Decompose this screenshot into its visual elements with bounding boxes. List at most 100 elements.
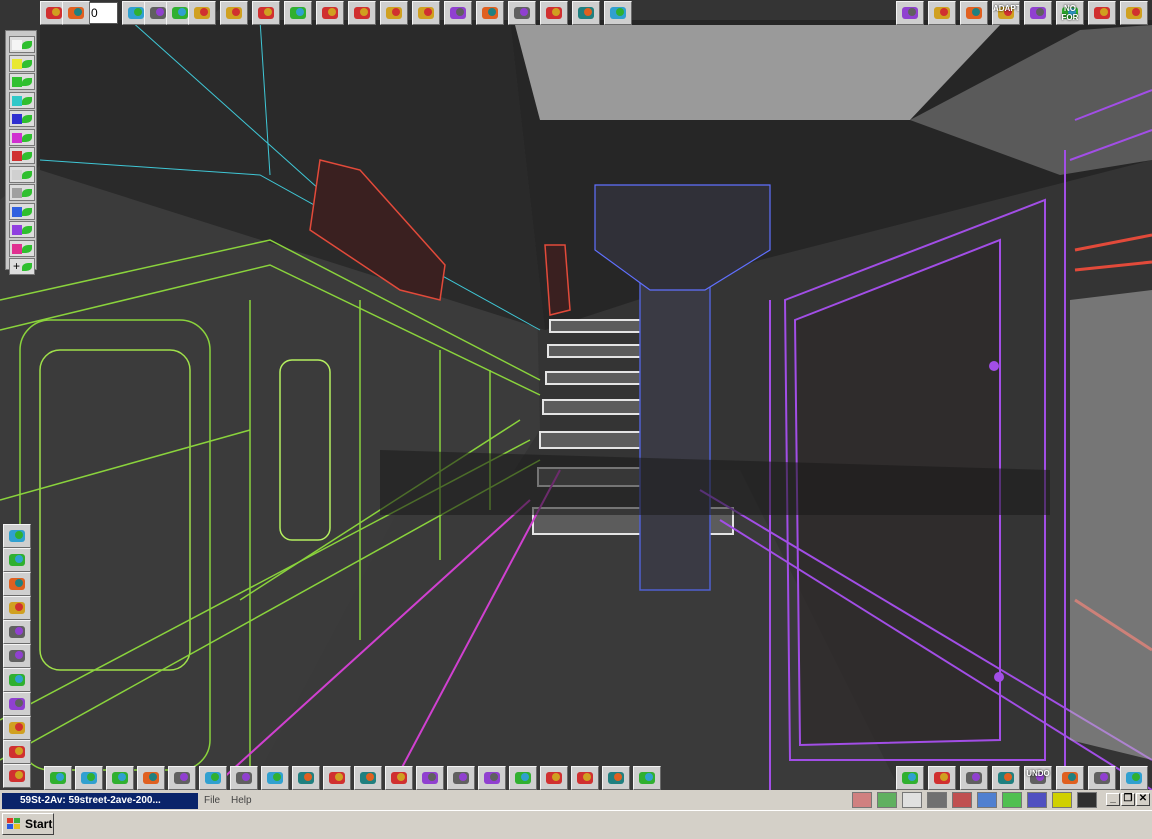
object-color-swatch[interactable] [9,147,35,164]
color-chip [12,40,22,50]
shapes-icon [9,578,25,590]
arrow-up-button[interactable] [572,1,600,25]
loop-button[interactable] [220,1,248,25]
landscape-button[interactable] [3,692,31,716]
bend-tool-button[interactable] [476,1,504,25]
texture-button[interactable] [284,1,312,25]
character-button[interactable] [602,766,630,790]
spiral-button[interactable] [416,766,444,790]
frame-number-field[interactable]: 0 [88,2,118,24]
camera-small-icon[interactable] [927,792,947,808]
diamond-button[interactable] [1056,766,1084,790]
minimize-button[interactable]: _ [1106,793,1120,806]
start-label: Start [25,817,53,831]
eye-view-button[interactable] [1024,1,1052,25]
object-color-swatch[interactable] [9,128,35,146]
light-bulb-button[interactable] [1120,1,1148,25]
camera-button[interactable] [106,766,134,790]
page-button[interactable] [992,766,1020,790]
shapes-button[interactable] [3,572,31,596]
globe-button[interactable] [3,668,31,692]
object-color-swatch[interactable] [9,184,35,201]
object-color-swatch[interactable] [9,36,35,53]
taper-tool-button[interactable] [540,1,568,25]
ball-button[interactable] [478,766,506,790]
grid-small-icon[interactable] [1052,792,1072,808]
gradient-button[interactable] [3,620,31,644]
document-title-tab[interactable]: 59St-2Av: 59street-2ave-200... [2,793,198,809]
object-color-swatch[interactable] [9,54,35,72]
rewind-to-start-button[interactable] [62,1,90,25]
axes-button[interactable] [509,766,537,790]
object-color-swatch[interactable] [9,239,35,257]
car-button[interactable] [3,644,31,668]
color-spectrum-button[interactable] [1088,1,1116,25]
wrench-button[interactable] [316,1,344,25]
object-color-swatch[interactable] [9,165,35,183]
x-small-icon[interactable] [1077,792,1097,808]
hammer-button[interactable] [3,716,31,740]
move-tool-button[interactable] [380,1,408,25]
lathe-button[interactable] [230,766,258,790]
palette-icon [391,772,407,784]
render-small-icon[interactable] [852,792,872,808]
house-button[interactable] [960,1,988,25]
close-button[interactable]: ✕ [1136,793,1150,806]
green-small-icon[interactable] [1002,792,1022,808]
materials-button[interactable] [928,1,956,25]
menu-help[interactable]: Help [231,795,252,806]
start-button[interactable]: Start [2,813,54,835]
recycle-button[interactable] [3,764,31,788]
arrow-up-icon [578,7,594,19]
scale-tool-button[interactable] [444,1,472,25]
object-color-swatch[interactable] [9,221,35,238]
key-small-icon[interactable] [1027,792,1047,808]
cube-button[interactable] [540,766,568,790]
3d-viewport[interactable] [0,0,1152,790]
light-button[interactable] [3,524,31,548]
twist-tool-icon [514,7,530,19]
adapt-button[interactable]: ADAPT [992,1,1020,25]
house-tool-button[interactable] [3,740,31,764]
document-button[interactable] [348,1,376,25]
no-for-button[interactable]: NO FOR [1056,1,1084,25]
object-color-swatch[interactable] [9,110,35,127]
paint-bucket-button[interactable] [252,1,280,25]
rotate-tool-button[interactable] [412,1,440,25]
spheres-button[interactable] [3,596,31,620]
arrow-down-button[interactable] [604,1,632,25]
frame-small-icon[interactable] [902,792,922,808]
key-list-button[interactable] [188,1,216,25]
palette-button[interactable] [385,766,413,790]
blob-button[interactable] [323,766,351,790]
box-small-icon[interactable] [877,792,897,808]
plane-button[interactable] [75,766,103,790]
pointer-button[interactable] [896,766,924,790]
cone-button[interactable] [354,766,382,790]
render-scene-button[interactable] [896,1,924,25]
ribbon-button[interactable] [137,766,165,790]
sphere-pair-button[interactable] [199,766,227,790]
pipe-button[interactable] [447,766,475,790]
molecule-button[interactable] [168,766,196,790]
box-button[interactable] [44,766,72,790]
percent-button[interactable] [3,548,31,572]
grid-waffle-button[interactable] [261,766,289,790]
image-small-icon[interactable] [952,792,972,808]
restore-button[interactable]: ❐ [1121,793,1135,806]
object-color-swatch[interactable] [9,73,35,90]
table-button[interactable] [1120,766,1148,790]
grid-button[interactable] [960,766,988,790]
face-button[interactable] [571,766,599,790]
play-arrow-button[interactable] [1088,766,1116,790]
object-color-swatch[interactable] [9,202,35,220]
green-box-button[interactable] [928,766,956,790]
object-color-swatch[interactable] [9,91,35,109]
terrain-button[interactable] [292,766,320,790]
menu-file[interactable]: File [204,795,220,806]
twist-tool-button[interactable] [508,1,536,25]
3d-text-button[interactable] [633,766,661,790]
globe-small-icon[interactable] [977,792,997,808]
add-object-swatch[interactable]: + [9,258,35,275]
undo-button[interactable]: UNDO [1024,766,1052,790]
